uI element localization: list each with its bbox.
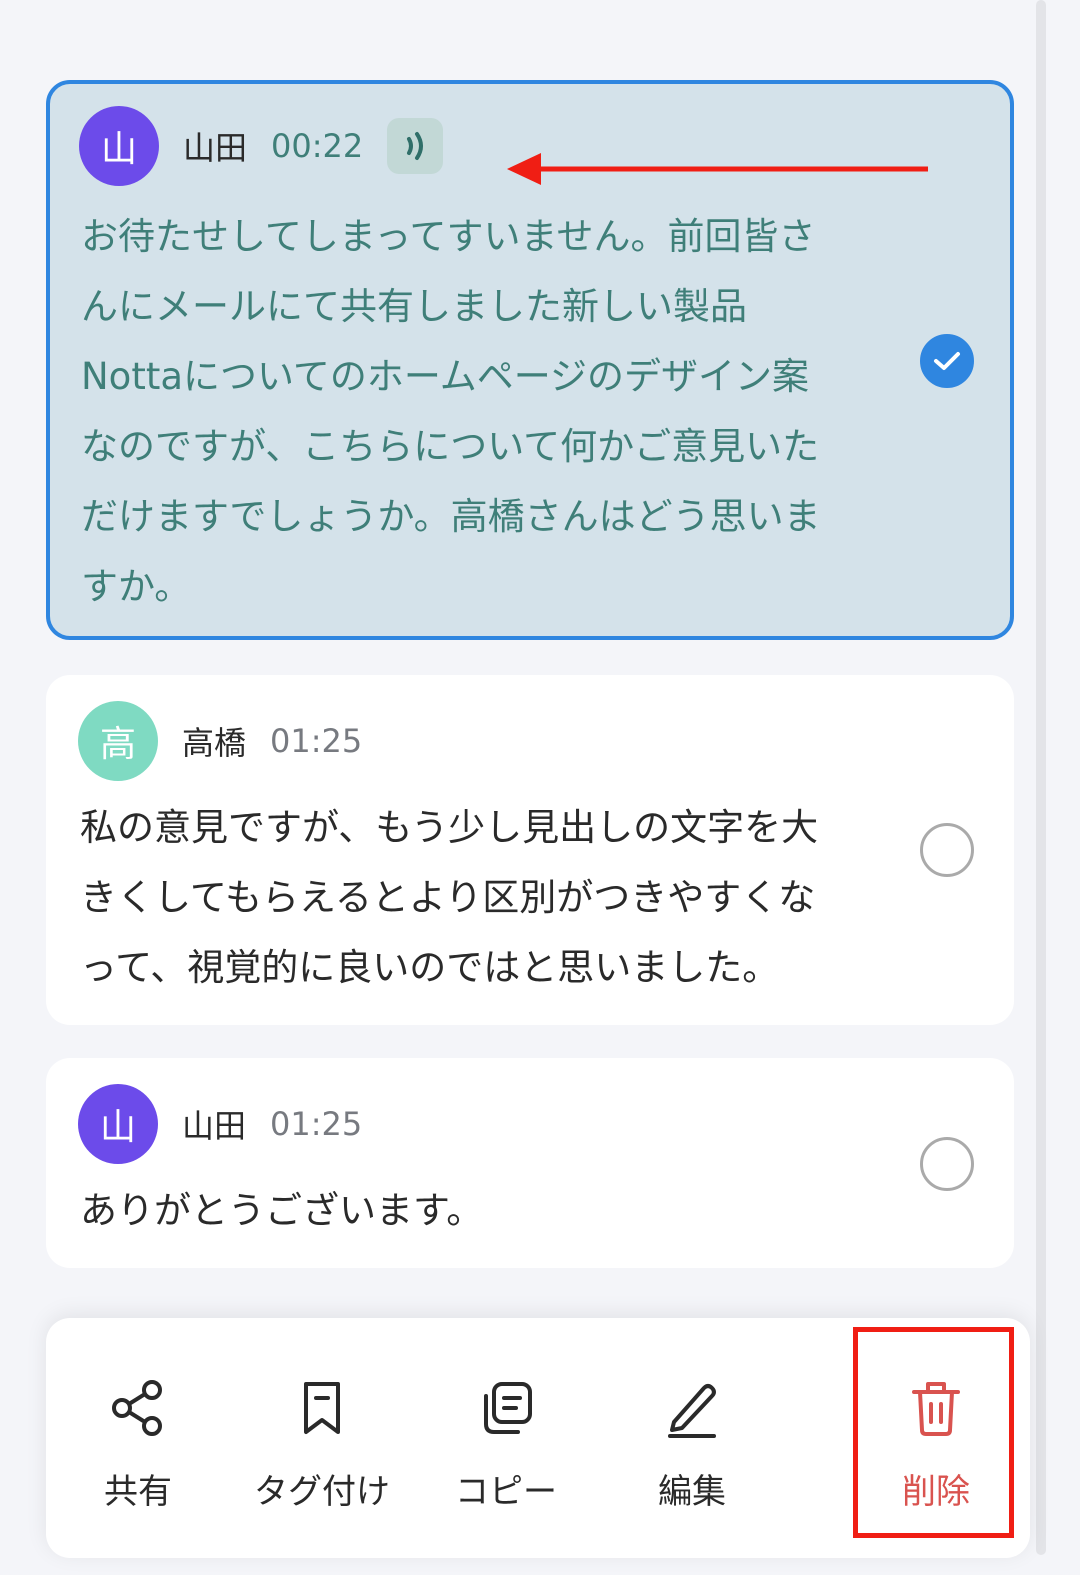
copy-icon [484, 1382, 532, 1434]
timestamp[interactable]: 00:22 [271, 127, 363, 165]
transcript-header: 高 高橋 01:25 [78, 701, 362, 781]
timestamp[interactable]: 01:25 [270, 1105, 362, 1143]
annotation-arrow [507, 153, 928, 185]
sound-wave-icon[interactable] [387, 118, 444, 174]
speaker-name: 山田 [182, 1107, 247, 1145]
pencil-icon [668, 1384, 716, 1438]
scrollbar[interactable] [1036, 0, 1046, 1555]
share-button[interactable]: 共有 [58, 1318, 218, 1558]
selection-checkbox[interactable] [920, 1137, 974, 1191]
speaker-name: 高橋 [182, 724, 247, 762]
bookmark-icon [304, 1382, 340, 1434]
share-label: 共有 [104, 1472, 172, 1512]
edit-label: 編集 [658, 1472, 726, 1512]
avatar: 山 [78, 1084, 158, 1164]
checkmark-icon [934, 352, 960, 370]
avatar: 高 [78, 701, 158, 781]
transcript-text[interactable]: ありがとうございます。 [80, 1176, 914, 1246]
transcript-text[interactable]: お待たせしてしまってすいません。前回皆さ んにメールにて共有しました新しい製品 … [81, 202, 915, 622]
selection-checkbox[interactable] [920, 823, 974, 877]
timestamp[interactable]: 01:25 [270, 722, 362, 760]
transcript-header: 山 山田 00:22 [79, 106, 444, 186]
copy-button[interactable]: コピー [426, 1318, 586, 1558]
avatar: 山 [79, 106, 159, 186]
transcript-item[interactable]: 山 山田 01:25 ありがとうございます。 [46, 1058, 1014, 1268]
transcript-header: 山 山田 01:25 [78, 1084, 362, 1164]
transcript-text[interactable]: 私の意見ですが、もう少し見出しの文字を大 きくしてもらえるとより区別がつきやすく… [80, 793, 914, 1003]
tag-label: タグ付け [254, 1472, 390, 1512]
annotation-highlight-box [853, 1327, 1014, 1538]
speaker-name: 山田 [183, 129, 248, 167]
tag-button[interactable]: タグ付け [242, 1318, 402, 1558]
selection-checkbox[interactable] [920, 334, 974, 388]
copy-label: コピー [455, 1472, 557, 1512]
edit-button[interactable]: 編集 [612, 1318, 772, 1558]
share-icon [112, 1380, 162, 1436]
transcript-item[interactable]: 高 高橋 01:25 私の意見ですが、もう少し見出しの文字を大 きくしてもらえる… [46, 675, 1014, 1025]
